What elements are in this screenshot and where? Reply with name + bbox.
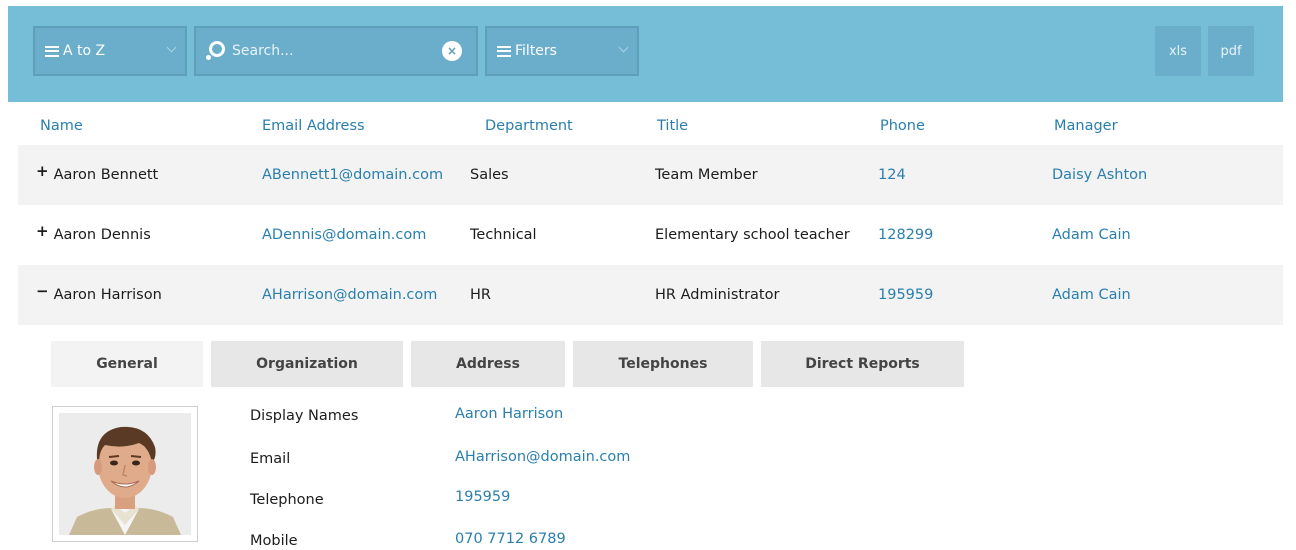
phone-link[interactable]: 128299 (878, 205, 933, 265)
manager-link[interactable]: Daisy Ashton (1052, 145, 1147, 205)
tab-address[interactable]: Address (411, 341, 565, 387)
email-value[interactable]: AHarrison@domain.com (455, 449, 630, 465)
profile-photo (59, 413, 191, 535)
name-cell[interactable]: − Aaron Harrison (36, 265, 162, 325)
column-header-department[interactable]: Department (485, 118, 573, 134)
expand-icon[interactable]: + (36, 222, 49, 240)
chevron-down-icon (618, 42, 629, 53)
export-xls-button[interactable]: xls (1155, 26, 1201, 76)
column-header-name[interactable]: Name (40, 118, 83, 134)
title-cell: Elementary school teacher (655, 227, 850, 243)
search-input[interactable]: Search... × (194, 26, 478, 76)
table-row[interactable]: + Aaron Bennett ABennett1@domain.com Sal… (18, 145, 1283, 205)
column-header-manager[interactable]: Manager (1054, 118, 1118, 134)
column-header-phone[interactable]: Phone (880, 118, 925, 134)
tab-organization[interactable]: Organization (211, 341, 403, 387)
sort-label: A to Z (63, 43, 106, 59)
filters-label: Filters (515, 43, 557, 59)
title-cell: Team Member (655, 167, 758, 183)
profile-photo-frame (52, 406, 198, 542)
phone-link[interactable]: 195959 (878, 265, 933, 325)
filters-dropdown[interactable]: Filters (485, 26, 639, 76)
mobile-value[interactable]: 070 7712 6789 (455, 531, 566, 547)
name-cell[interactable]: + Aaron Dennis (36, 205, 151, 265)
department-cell: Sales (470, 167, 509, 183)
manager-link[interactable]: Adam Cain (1052, 205, 1131, 265)
department-cell: HR (470, 287, 491, 303)
email-link[interactable]: AHarrison@domain.com (262, 265, 437, 325)
sort-dropdown[interactable]: A to Z (33, 26, 187, 76)
title-cell: HR Administrator (655, 287, 780, 303)
avatar (59, 413, 191, 535)
name-cell[interactable]: + Aaron Bennett (36, 145, 158, 205)
column-header-email[interactable]: Email Address (262, 118, 365, 134)
name-text: Aaron Bennett (53, 167, 159, 183)
chevron-down-icon (166, 42, 177, 53)
manager-link[interactable]: Adam Cain (1052, 265, 1131, 325)
display-names-label: Display Names (250, 408, 359, 424)
email-label: Email (250, 451, 291, 467)
tab-general[interactable]: General (51, 341, 203, 387)
email-link[interactable]: ABennett1@domain.com (262, 145, 443, 205)
display-names-value[interactable]: Aaron Harrison (455, 406, 563, 422)
phone-link[interactable]: 124 (878, 145, 906, 205)
email-link[interactable]: ADennis@domain.com (262, 205, 426, 265)
expand-icon[interactable]: + (36, 162, 49, 180)
column-header-title[interactable]: Title (657, 118, 688, 134)
mobile-label: Mobile (250, 533, 298, 549)
name-text: Aaron Dennis (53, 227, 151, 243)
toolbar: A to Z Search... × Filters xls pdf (8, 6, 1283, 102)
name-text: Aaron Harrison (53, 287, 162, 303)
tab-telephones[interactable]: Telephones (573, 341, 753, 387)
menu-icon (497, 45, 511, 57)
table-row[interactable]: + Aaron Dennis ADennis@domain.com Techni… (18, 205, 1283, 265)
export-pdf-button[interactable]: pdf (1208, 26, 1254, 76)
menu-icon (45, 45, 59, 57)
clear-search-icon[interactable]: × (442, 41, 462, 61)
collapse-icon[interactable]: − (36, 282, 49, 300)
table-row[interactable]: − Aaron Harrison AHarrison@domain.com HR… (18, 265, 1283, 325)
telephone-label: Telephone (250, 492, 324, 508)
search-placeholder: Search... (232, 43, 294, 59)
telephone-value[interactable]: 195959 (455, 489, 510, 505)
tab-direct-reports[interactable]: Direct Reports (761, 341, 964, 387)
department-cell: Technical (470, 227, 537, 243)
search-icon (206, 41, 226, 61)
